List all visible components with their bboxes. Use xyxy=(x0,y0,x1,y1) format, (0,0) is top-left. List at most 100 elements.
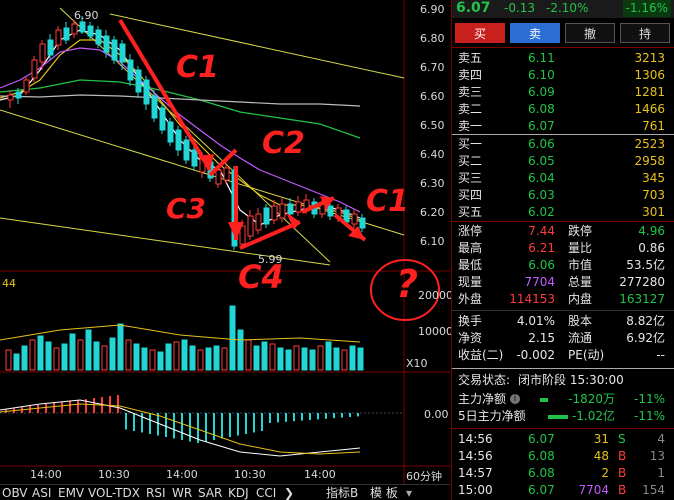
price-axis-label: 6.80 xyxy=(420,32,445,45)
indicator-tab-rsi[interactable]: RSI xyxy=(146,485,166,500)
bid-row[interactable]: 买五 6.02 301 xyxy=(452,204,674,221)
trend-line xyxy=(109,13,405,79)
divider xyxy=(452,221,674,222)
annotation-c2: C2 xyxy=(262,126,305,161)
candle-body xyxy=(95,29,102,45)
volume-bar xyxy=(29,339,36,371)
candle-body xyxy=(167,121,174,143)
volume-bar xyxy=(53,347,60,371)
ask-row[interactable]: 卖五 6.11 3213 xyxy=(452,50,674,67)
annotation-c4: C4 xyxy=(238,258,284,296)
candle-body xyxy=(175,129,182,151)
stat-row: 最高 6.21 量比 0.86 xyxy=(458,241,665,255)
ask-row[interactable]: 卖三 6.09 1281 xyxy=(452,84,674,101)
bid-row[interactable]: 买四 6.03 703 xyxy=(452,187,674,204)
indicator-tab-more[interactable]: 指标B xyxy=(326,485,358,500)
annotation-c1-right: C1 xyxy=(366,184,409,219)
price-axis-label: 6.10 xyxy=(420,235,445,248)
divider xyxy=(452,134,674,135)
volume-ma-line xyxy=(0,324,361,343)
indicator-tab-cci[interactable]: CCI xyxy=(256,485,276,500)
price-axis-label: 6.60 xyxy=(420,90,445,103)
volume-bar xyxy=(173,341,180,371)
volume-bar xyxy=(325,341,332,371)
indicator-tab-obv[interactable]: OBV xyxy=(2,485,28,500)
volume-bar xyxy=(13,353,20,371)
volume-bar xyxy=(253,345,260,371)
candle-body xyxy=(135,69,142,93)
price-change: -0.13 xyxy=(504,1,536,15)
candle-body xyxy=(87,25,94,37)
indicator-tab-vol-tdx[interactable]: VOL-TDX xyxy=(88,485,140,500)
indicator-tab-emv[interactable]: EMV xyxy=(58,485,84,500)
template-tab[interactable]: 模 板 xyxy=(370,485,398,500)
volume-bar xyxy=(101,345,108,371)
candle-body xyxy=(343,209,350,223)
kline-chart[interactable] xyxy=(0,0,450,484)
candle-body xyxy=(287,203,294,215)
candle-body xyxy=(183,139,190,161)
indicator-tab-kdj[interactable]: KDJ xyxy=(228,485,249,500)
candle-body xyxy=(111,39,118,61)
vol-axis-label-10000: 10000 xyxy=(418,325,453,338)
bid-row[interactable]: 买二 6.05 2958 xyxy=(452,153,674,170)
price-axis-label: 6.20 xyxy=(420,206,445,219)
volume-bar xyxy=(213,345,220,371)
tick-row: 14:57 6.08 2 B 1 xyxy=(458,466,665,480)
price-axis-label: 6.70 xyxy=(420,61,445,74)
candle-body xyxy=(263,207,270,225)
ask-row[interactable]: 卖二 6.08 1466 xyxy=(452,101,674,118)
candle-body xyxy=(271,205,278,221)
tab-scroll-arrow-icon[interactable]: ❯ xyxy=(284,485,294,500)
chart-area[interactable]: 6.90 6.80 6.70 6.60 6.50 6.40 6.30 6.20 6.10 44 … xyxy=(0,0,453,484)
info-icon[interactable]: i xyxy=(510,394,520,404)
stat-row: 涨停 7.44 跌停 4.96 xyxy=(458,224,665,238)
price-axis-label: 6.30 xyxy=(420,177,445,190)
trade-status: 交易状态: 闭市阶段 15:30:00 xyxy=(458,373,624,387)
volume-bar xyxy=(333,347,340,371)
tab-menu-icon[interactable]: ▾ xyxy=(406,485,412,500)
time-label: 14:00 xyxy=(166,468,198,481)
volume-bar xyxy=(229,305,236,371)
candle-body xyxy=(247,215,254,237)
annotation-arrow xyxy=(118,18,212,172)
candle-body xyxy=(159,107,166,131)
annotation-question-mark: ? xyxy=(396,262,419,306)
tick-row: 14:56 6.07 31 S 4 xyxy=(458,432,665,446)
current-price: 6.07 xyxy=(456,0,491,16)
price-axis-label: 6.90 xyxy=(420,3,445,16)
volume-bar xyxy=(37,335,44,371)
tick-row: 14:56 6.08 48 B 13 xyxy=(458,449,665,463)
candle-body xyxy=(79,21,86,33)
hold-button[interactable]: 持 xyxy=(620,23,670,43)
indicator-tab-sar[interactable]: SAR xyxy=(198,485,222,500)
ask-row[interactable]: 卖四 6.10 1306 xyxy=(452,67,674,84)
vol-axis-label-20000: 20000 xyxy=(418,289,453,302)
volume-bar xyxy=(309,349,316,371)
volume-bar xyxy=(245,339,252,371)
volume-bar xyxy=(165,343,172,371)
bid-row[interactable]: 买三 6.04 345 xyxy=(452,170,674,187)
divider xyxy=(452,428,674,429)
candle-body xyxy=(279,203,286,219)
volume-bar xyxy=(317,345,324,371)
buy-button[interactable]: 买 xyxy=(455,23,505,43)
bid-row[interactable]: 买一 6.06 2523 xyxy=(452,136,674,153)
volume-bar xyxy=(45,341,52,371)
cancel-button[interactable]: 撤 xyxy=(565,23,615,43)
time-label: 14:00 xyxy=(304,468,336,481)
period-label[interactable]: 60分钟 xyxy=(406,468,442,484)
ask-row[interactable]: 卖一 6.07 761 xyxy=(452,118,674,135)
volume-bar xyxy=(285,349,292,371)
stat-row: 外盘 114153 内盘 163127 xyxy=(458,292,665,306)
volume-bar xyxy=(181,339,188,371)
candle-body xyxy=(55,29,62,46)
indicator-tab-wr[interactable]: WR xyxy=(172,485,192,500)
indicator-tab-asi[interactable]: ASI xyxy=(32,485,51,500)
sell-button[interactable]: 卖 xyxy=(510,23,560,43)
volume-bar xyxy=(5,349,12,371)
candle-body xyxy=(191,149,198,167)
candle-body xyxy=(23,79,30,93)
volume-bar xyxy=(69,333,76,371)
price-axis-label: 6.50 xyxy=(420,119,445,132)
